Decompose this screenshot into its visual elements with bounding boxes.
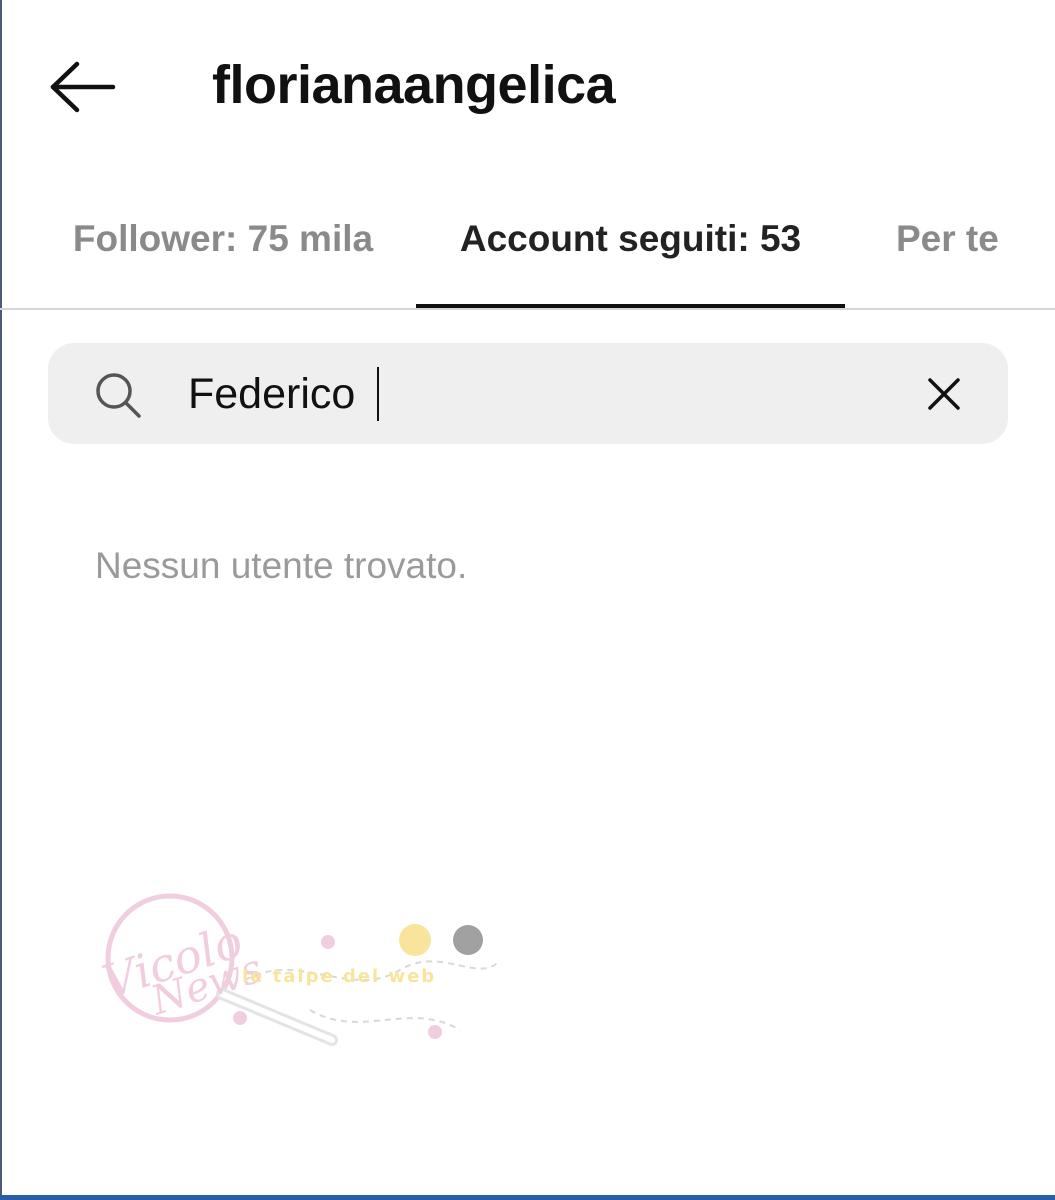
empty-results-message: Nessun utente trovato. [95,545,468,586]
close-icon [928,378,960,410]
clear-search-button[interactable] [912,362,976,426]
tabs-divider [0,308,1055,310]
tab-for-you[interactable]: Per te [868,200,1055,306]
search-input[interactable] [188,358,878,430]
top-bar: florianaangelica [0,0,1055,170]
text-cursor [377,367,379,421]
left-border [0,0,2,1200]
back-button[interactable] [44,58,120,116]
profile-tabs: Follower: 75 mila Account seguiti: 53 Pe… [0,200,1055,310]
page-title: florianaangelica [212,55,616,115]
arrow-left-icon [50,61,116,113]
bottom-border [0,1195,1055,1200]
search-icon [96,373,141,418]
tab-followers[interactable]: Follower: 75 mila [38,200,408,306]
svg-text:le talpe del web: le talpe del web [242,966,436,987]
watermark-logo: Vicolo News le talpe del web [96,893,501,1046]
tab-following[interactable]: Account seguiti: 53 [416,200,845,306]
